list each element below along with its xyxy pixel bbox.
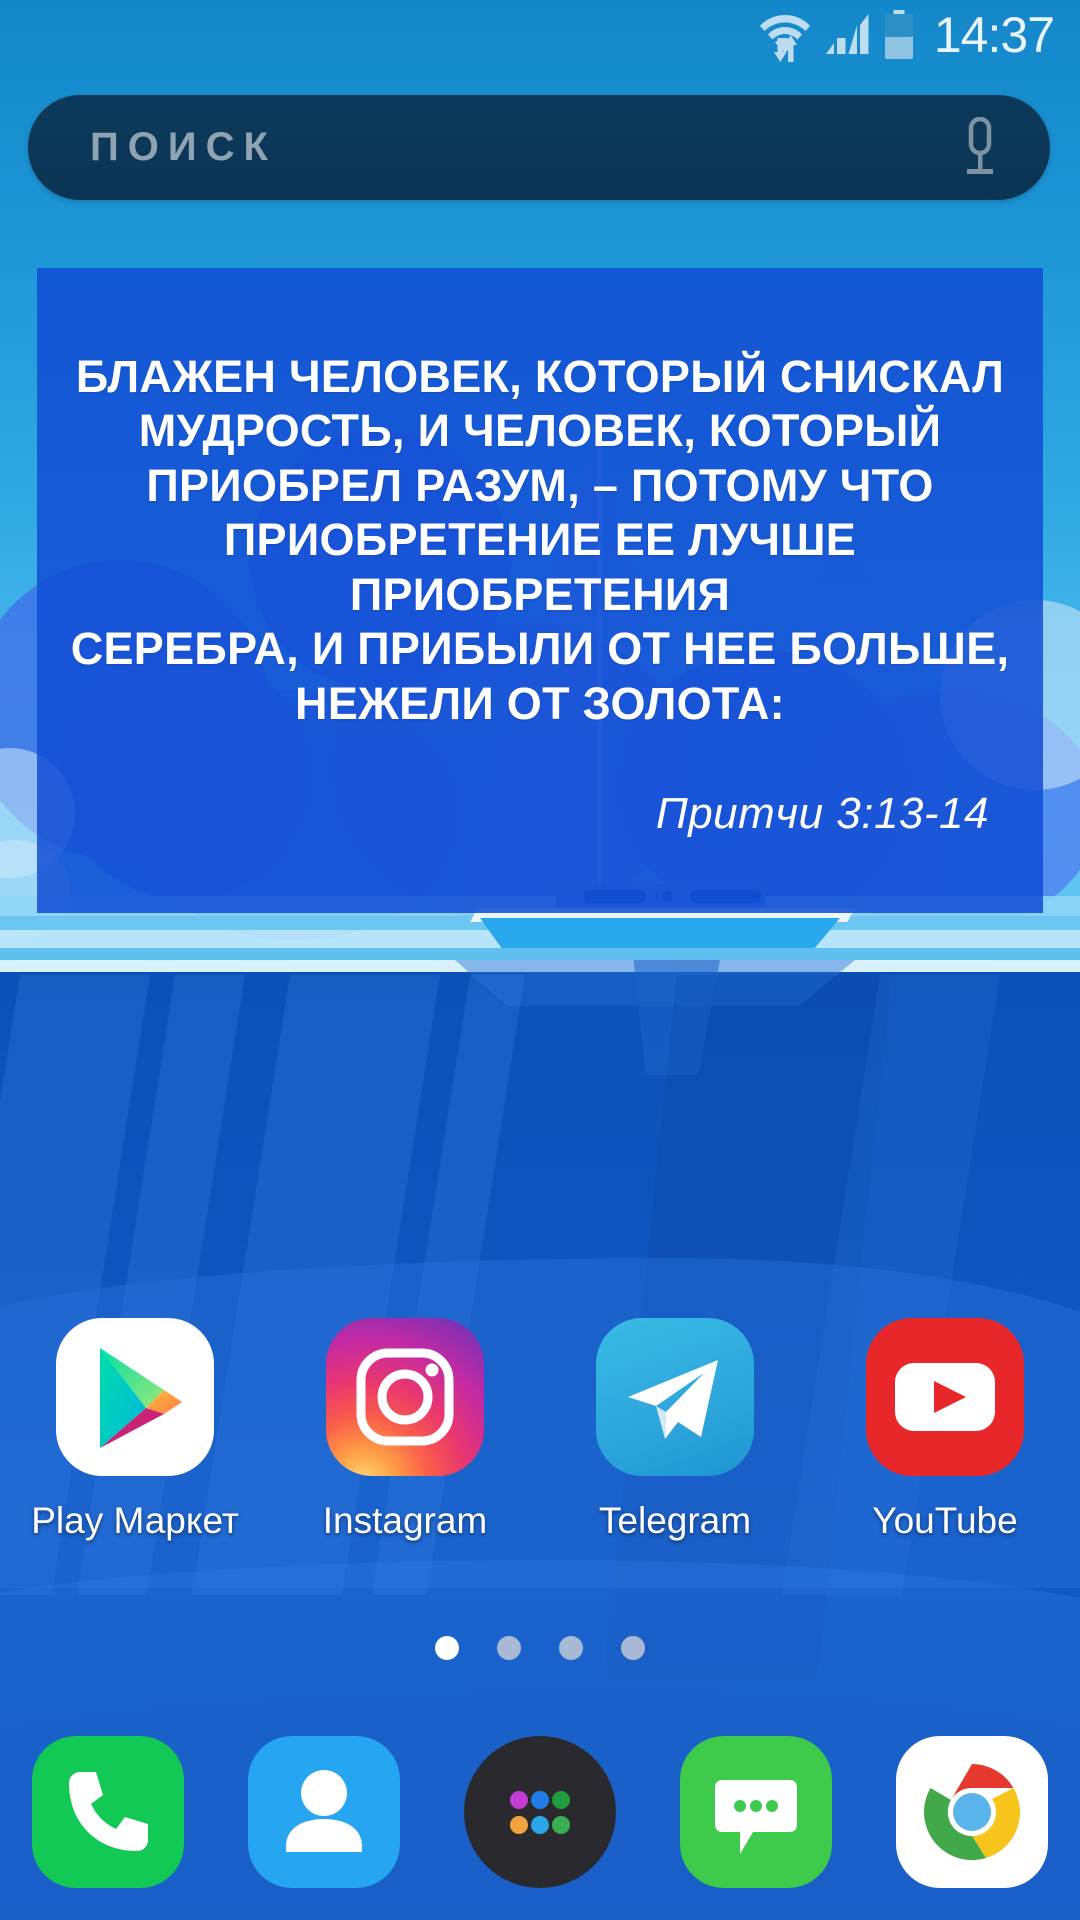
dock-item-chrome[interactable] [864, 1736, 1080, 1888]
verse-reference: Притчи 3:13-14 [655, 789, 989, 839]
app-item-instagram[interactable]: Instagram [270, 1318, 540, 1542]
wifi-data-icon [759, 7, 810, 63]
dock-item-contacts[interactable] [216, 1736, 432, 1888]
dock-item-messages[interactable] [648, 1736, 864, 1888]
verse-text: БЛАЖЕН ЧЕЛОВЕК, КОТОРЫЙ СНИСКАЛ МУДРОСТЬ… [63, 350, 1017, 731]
app-label: Instagram [322, 1500, 488, 1541]
app-label: YouTube [872, 1500, 1018, 1541]
verse-line: ПРИОБРЕЛ РАЗУМ, – ПОТОМУ ЧТО [146, 459, 934, 511]
search-input[interactable]: ПОИСК [90, 125, 950, 170]
microphone-icon[interactable] [950, 112, 1010, 184]
bible-verse-widget[interactable]: БЛАЖЕН ЧЕЛОВЕК, КОТОРЫЙ СНИСКАЛ МУДРОСТЬ… [37, 268, 1043, 913]
phone-icon[interactable] [32, 1736, 184, 1888]
play-store-icon[interactable] [56, 1318, 214, 1476]
chrome-icon[interactable] [896, 1736, 1048, 1888]
verse-line: МУДРОСТЬ, И ЧЕЛОВЕК, КОТОРЫЙ [138, 405, 942, 457]
message-bubble-icon[interactable] [680, 1736, 832, 1888]
search-bar[interactable]: ПОИСК [28, 95, 1050, 200]
dock-item-phone[interactable] [0, 1736, 216, 1888]
youtube-icon[interactable] [866, 1318, 1024, 1476]
app-label: Play Маркет [31, 1500, 239, 1541]
status-bar: 14:37 [0, 0, 1080, 70]
page-dot-3[interactable] [559, 1636, 583, 1660]
app-item-telegram[interactable]: Telegram [540, 1318, 810, 1542]
status-clock: 14:37 [933, 7, 1055, 63]
cellular-signal-icon [824, 12, 870, 58]
page-dot-1[interactable] [435, 1636, 459, 1660]
app-item-play-market[interactable]: Play Маркет [0, 1318, 270, 1542]
verse-line: БЛАЖЕН ЧЕЛОВЕК, КОТОРЫЙ СНИСКАЛ [75, 350, 1005, 402]
water-band [0, 948, 1080, 960]
telegram-icon[interactable] [596, 1318, 754, 1476]
verse-line: СЕРЕБРА, И ПРИБЫЛИ ОТ НЕЕ БОЛЬШЕ, [70, 623, 1010, 675]
dock [0, 1736, 1080, 1888]
home-screen: 14:37 ПОИСК БЛАЖЕН ЧЕЛОВЕК, КОТОРЫЙ СНИС… [0, 0, 1080, 1920]
app-label: Telegram [598, 1500, 752, 1541]
dock-item-app-drawer[interactable] [432, 1736, 648, 1888]
boat-hull [480, 918, 840, 948]
verse-line: ПРИОБРЕТЕНИЕ ЕЕ ЛУЧШЕ ПРИОБРЕТЕНИЯ [223, 514, 857, 620]
instagram-icon[interactable] [326, 1318, 484, 1476]
app-grid: Play Маркет Instagram Telegram YouTube [0, 1318, 1080, 1542]
page-indicator [0, 1636, 1080, 1660]
verse-line: НЕЖЕЛИ ОТ ЗОЛОТА: [295, 677, 785, 729]
person-icon[interactable] [248, 1736, 400, 1888]
page-dot-2[interactable] [497, 1636, 521, 1660]
apps-grid-icon[interactable] [464, 1736, 616, 1888]
page-dot-4[interactable] [621, 1636, 645, 1660]
app-item-youtube[interactable]: YouTube [810, 1318, 1080, 1542]
battery-icon [884, 10, 914, 60]
